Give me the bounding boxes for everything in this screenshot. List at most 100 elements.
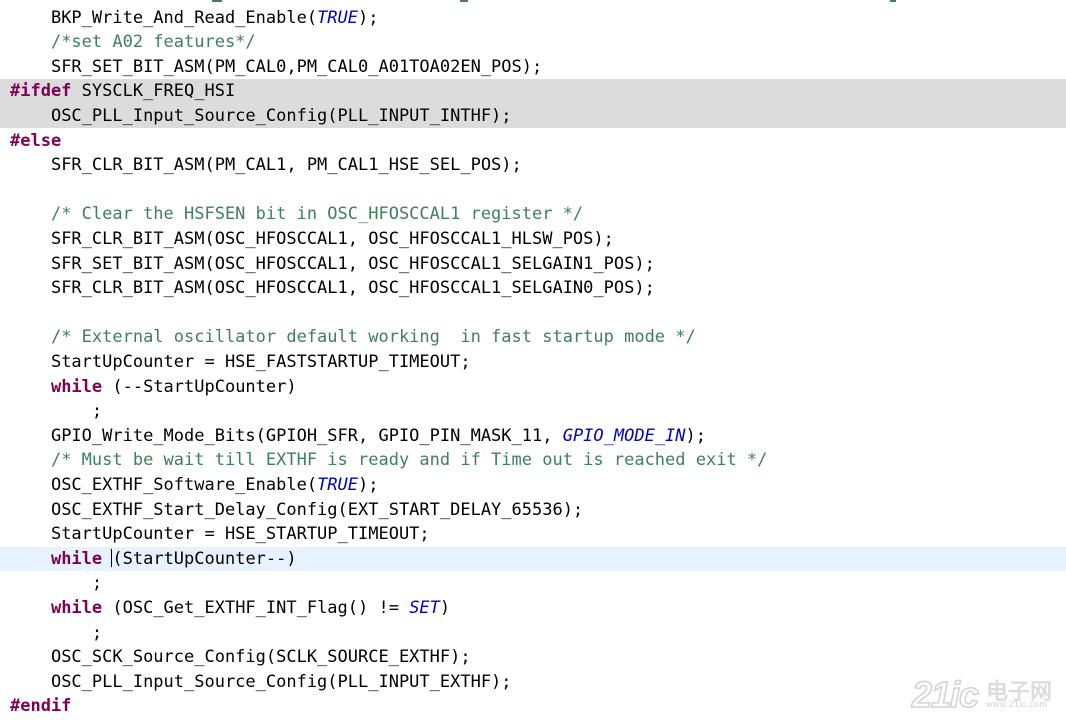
code-token: StartUpCounter = HSE_STARTUP_TIMEOUT;: [50, 524, 430, 545]
code-text: SFR_SET_BIT_ASM(PM_CAL0,PM_CAL0_A01TOA02…: [10, 55, 542, 80]
code-text: SFR_CLR_BIT_ASM(PM_CAL1, PM_CAL1_HSE_SEL…: [10, 153, 522, 178]
code-line[interactable]: OSC_PLL_Input_Source_Config(PLL_INPUT_IN…: [0, 103, 1066, 129]
code-token: SYSCLK_FREQ_HSI: [71, 81, 236, 102]
code-line[interactable]: while (OSC_Get_EXTHF_INT_Flag() != SET): [0, 596, 1066, 621]
code-text: while (--StartUpCounter): [10, 375, 297, 400]
code-token: );: [358, 7, 379, 28]
code-line[interactable]: /* Must be wait till EXTHF is ready and …: [0, 448, 1066, 473]
code-line[interactable]: /* Clear the HSFSEN bit in OSC_HFOSCCAL1…: [0, 202, 1066, 227]
code-text: SFR_SET_BIT_ASM(OSC_HFOSCCAL1, OSC_HFOSC…: [10, 252, 655, 277]
code-line[interactable]: StartUpCounter = HSE_FASTSTARTUP_TIMEOUT…: [0, 350, 1066, 375]
code-token: StartUpCounter = HSE_FASTSTARTUP_TIMEOUT…: [50, 351, 471, 372]
code-token: (--StartUpCounter): [102, 376, 297, 397]
code-token: SFR_CLR_BIT_ASM(OSC_HFOSCCAL1, OSC_HFOSC…: [50, 228, 614, 249]
code-line[interactable]: ;: [0, 399, 1066, 424]
code-text: while (StartUpCounter--): [10, 547, 297, 572]
code-token: );: [685, 425, 707, 446]
code-line[interactable]: SFR_SET_BIT_ASM(PM_CAL0,PM_CAL0_A01TOA02…: [0, 55, 1066, 80]
code-token: SFR_CLR_BIT_ASM(OSC_HFOSCCAL1, OSC_HFOSC…: [50, 278, 655, 299]
code-line[interactable]: [0, 178, 1066, 203]
code-line[interactable]: GPIO_Write_Mode_Bits(GPIOH_SFR, GPIO_PIN…: [0, 424, 1066, 449]
clipped-top-line: [0, 0, 1066, 2]
code-text: while (OSC_Get_EXTHF_INT_Flag() != SET): [10, 596, 450, 621]
code-token: ;: [91, 401, 103, 422]
constant-token: GPIO_MODE_IN: [562, 425, 686, 446]
constant-token: TRUE: [317, 474, 359, 495]
constant-token: TRUE: [317, 7, 359, 28]
code-text: GPIO_Write_Mode_Bits(GPIOH_SFR, GPIO_PIN…: [10, 424, 706, 449]
code-text: SFR_CLR_BIT_ASM(OSC_HFOSCCAL1, OSC_HFOSC…: [10, 276, 655, 301]
code-text: /* External oscillator default working i…: [10, 325, 696, 350]
code-line[interactable]: /*set A02 features*/: [0, 30, 1066, 55]
comment-token: /* Clear the HSFSEN bit in OSC_HFOSCCAL1…: [50, 204, 584, 225]
comment-token: /* External oscillator default working i…: [50, 327, 696, 348]
code-line[interactable]: BKP_Write_And_Read_Enable(TRUE);: [0, 6, 1066, 31]
code-token: ): [439, 597, 451, 618]
code-token: (OSC_Get_EXTHF_INT_Flag() !=: [102, 597, 410, 618]
code-token: (StartUpCounter--): [112, 548, 297, 569]
code-line[interactable]: OSC_SCK_Source_Config(SCLK_SOURCE_EXTHF)…: [0, 645, 1066, 670]
code-editor[interactable]: BKP_Write_And_Read_Enable(TRUE); /*set A…: [0, 0, 1066, 720]
code-text: #ifdef SYSCLK_FREQ_HSI: [10, 79, 235, 104]
code-token: OSC_SCK_Source_Config(SCLK_SOURCE_EXTHF)…: [50, 647, 471, 668]
code-text: StartUpCounter = HSE_STARTUP_TIMEOUT;: [10, 522, 430, 547]
code-text: OSC_EXTHF_Start_Delay_Config(EXT_START_D…: [10, 498, 583, 523]
code-line[interactable]: ;: [0, 571, 1066, 596]
code-token: BKP_Write_And_Read_Enable(: [50, 7, 318, 28]
code-text: /* Clear the HSFSEN bit in OSC_HFOSCCAL1…: [10, 202, 583, 227]
code-line[interactable]: while (--StartUpCounter): [0, 375, 1066, 400]
code-text: ;: [10, 571, 102, 596]
code-token: GPIO_Write_Mode_Bits(GPIOH_SFR, GPIO_PIN…: [50, 425, 563, 446]
code-line[interactable]: OSC_EXTHF_Software_Enable(TRUE);: [0, 473, 1066, 498]
code-line[interactable]: #ifdef SYSCLK_FREQ_HSI: [0, 79, 1066, 104]
code-line[interactable]: SFR_CLR_BIT_ASM(OSC_HFOSCCAL1, OSC_HFOSC…: [0, 276, 1066, 301]
code-token: SFR_CLR_BIT_ASM(PM_CAL1, PM_CAL1_HSE_SEL…: [50, 155, 522, 176]
code-text: ;: [10, 399, 102, 424]
code-token: SFR_SET_BIT_ASM(PM_CAL0,PM_CAL0_A01TOA02…: [50, 56, 543, 77]
code-token: OSC_PLL_Input_Source_Config(PLL_INPUT_EX…: [50, 671, 512, 692]
code-text: OSC_PLL_Input_Source_Config(PLL_INPUT_EX…: [10, 670, 512, 695]
code-line[interactable]: OSC_PLL_Input_Source_Config(PLL_INPUT_EX…: [0, 670, 1066, 695]
code-text: OSC_SCK_Source_Config(SCLK_SOURCE_EXTHF)…: [10, 645, 471, 670]
code-text: StartUpCounter = HSE_FASTSTARTUP_TIMEOUT…: [10, 350, 471, 375]
code-line[interactable]: SFR_SET_BIT_ASM(OSC_HFOSCCAL1, OSC_HFOSC…: [0, 252, 1066, 277]
code-line[interactable]: while (StartUpCounter--): [0, 546, 1066, 572]
watermark-logo: 21ic 电子网 www.21ic.com: [911, 672, 1060, 716]
keyword-token: while: [50, 548, 103, 569]
keyword-token: #ifdef: [10, 81, 72, 102]
code-text: SFR_CLR_BIT_ASM(OSC_HFOSCCAL1, OSC_HFOSC…: [10, 227, 614, 252]
code-token: ;: [91, 573, 103, 594]
code-text: OSC_EXTHF_Software_Enable(TRUE);: [10, 473, 379, 498]
comment-token: /* Must be wait till EXTHF is ready and …: [50, 450, 768, 471]
code-text: /* Must be wait till EXTHF is ready and …: [10, 448, 767, 473]
code-line[interactable]: #endif: [0, 694, 1066, 719]
comment-token: /*set A02 features*/: [50, 32, 256, 53]
code-text: #else: [10, 129, 61, 154]
code-token: ;: [91, 622, 103, 643]
code-token: );: [358, 474, 379, 495]
code-line[interactable]: SFR_CLR_BIT_ASM(OSC_HFOSCCAL1, OSC_HFOSC…: [0, 227, 1066, 252]
code-token: OSC_EXTHF_Start_Delay_Config(EXT_START_D…: [50, 499, 584, 520]
code-line[interactable]: ;: [0, 621, 1066, 646]
code-text: #endif: [10, 694, 71, 719]
code-line[interactable]: SFR_CLR_BIT_ASM(PM_CAL1, PM_CAL1_HSE_SEL…: [0, 153, 1066, 178]
watermark-number: 21ic: [911, 673, 980, 716]
constant-token: SET: [409, 597, 440, 618]
code-text: /*set A02 features*/: [10, 30, 256, 55]
code-token: OSC_PLL_Input_Source_Config(PLL_INPUT_IN…: [50, 105, 512, 126]
keyword-token: while: [50, 597, 103, 618]
keyword-token: #endif: [10, 696, 72, 717]
code-line[interactable]: OSC_EXTHF_Start_Delay_Config(EXT_START_D…: [0, 498, 1066, 523]
code-line[interactable]: #else: [0, 129, 1066, 154]
code-text: ;: [10, 621, 102, 646]
watermark-url: www.21ic.com: [986, 699, 1048, 709]
code-line[interactable]: [0, 301, 1066, 326]
code-token: OSC_EXTHF_Software_Enable(: [50, 474, 318, 495]
keyword-token: #else: [10, 130, 62, 151]
code-text: OSC_PLL_Input_Source_Config(PLL_INPUT_IN…: [10, 104, 512, 129]
code-line[interactable]: /* External oscillator default working i…: [0, 325, 1066, 350]
code-token: SFR_SET_BIT_ASM(OSC_HFOSCCAL1, OSC_HFOSC…: [50, 253, 655, 274]
code-text: BKP_Write_And_Read_Enable(TRUE);: [10, 6, 379, 31]
keyword-token: while: [50, 376, 103, 397]
code-line[interactable]: StartUpCounter = HSE_STARTUP_TIMEOUT;: [0, 522, 1066, 547]
